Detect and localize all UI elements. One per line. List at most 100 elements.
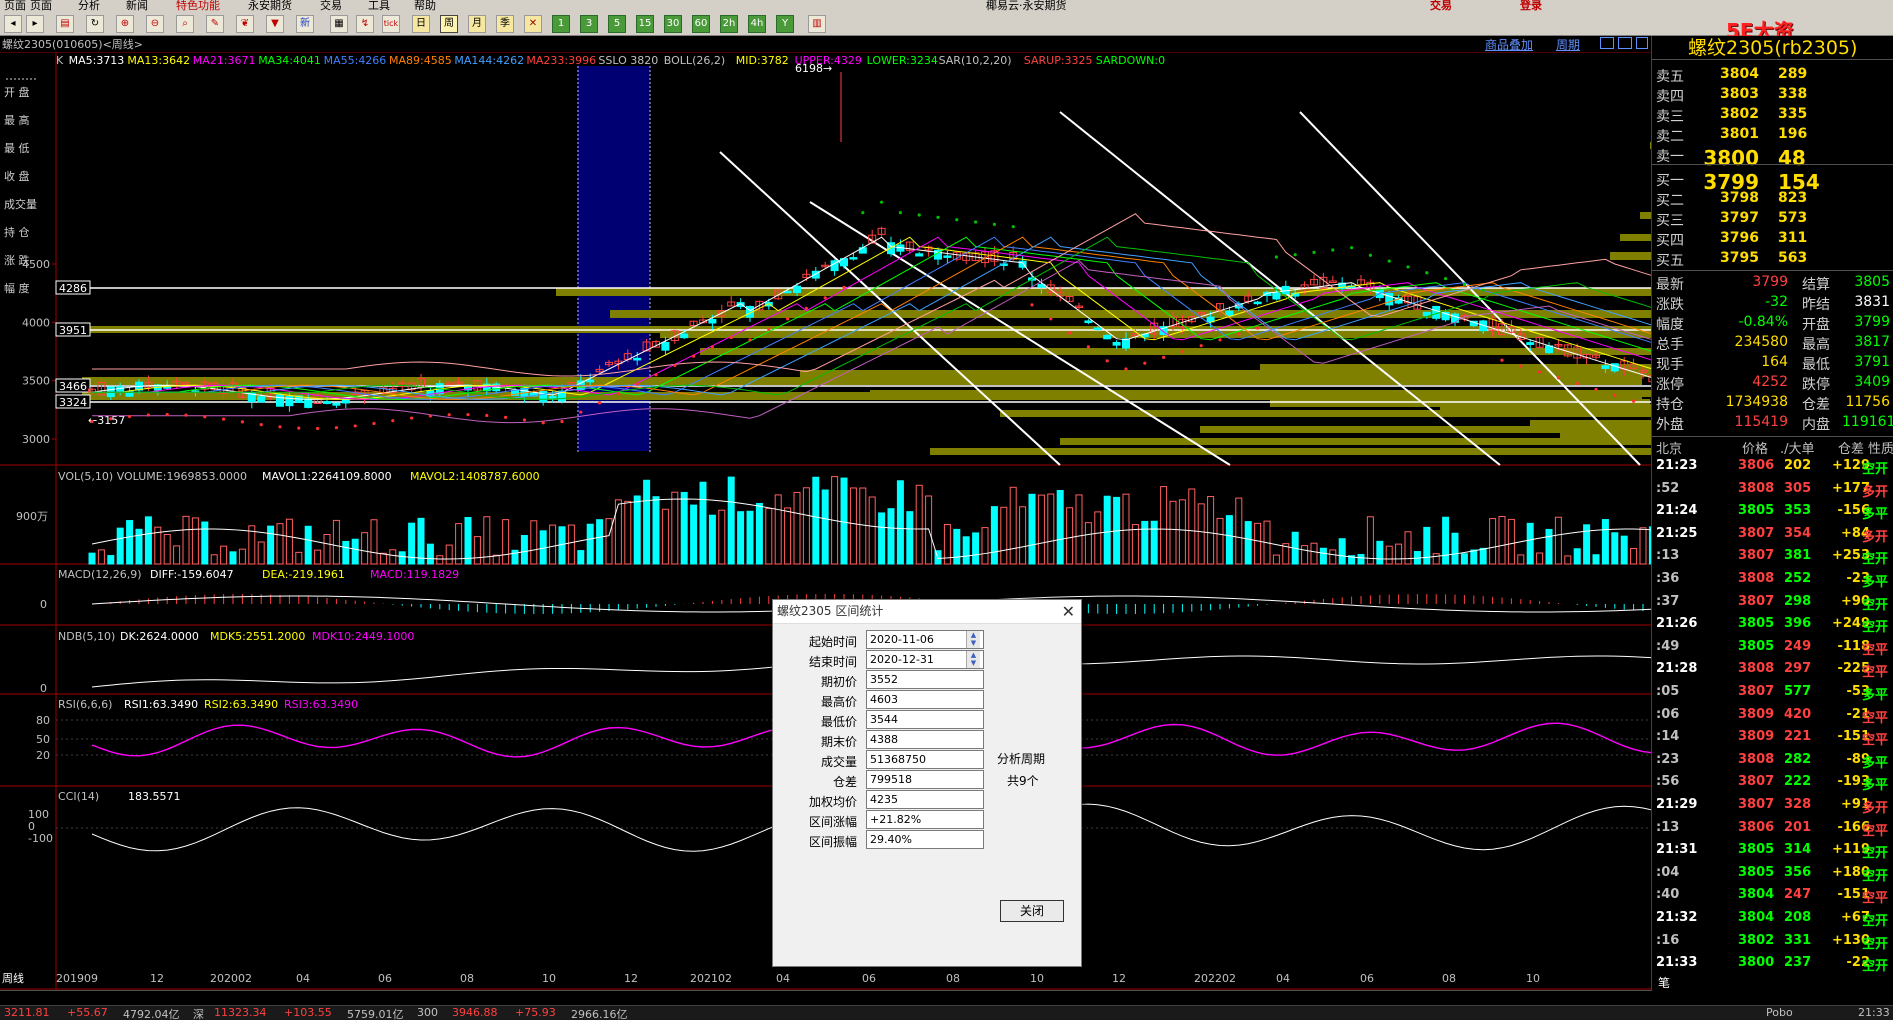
- sar-dot: [560, 419, 564, 424]
- tick-nature: 空平: [1862, 733, 1889, 749]
- period-1m[interactable]: 1: [552, 15, 570, 33]
- maximize-icon[interactable]: [1636, 37, 1648, 49]
- ask-row: 卖五 3804 289: [1652, 66, 1893, 86]
- tick-price: 3805: [1738, 842, 1775, 858]
- volume-bar: [144, 516, 152, 565]
- volume-bar: [652, 496, 660, 565]
- sar-dot: [1312, 250, 1316, 254]
- period-15m[interactable]: 15: [636, 15, 654, 33]
- volume-bar: [1000, 506, 1008, 565]
- menu-item[interactable]: 分析: [78, 0, 100, 12]
- menu-item[interactable]: 页面: [30, 0, 52, 12]
- sar-dot: [635, 382, 639, 386]
- period-4h[interactable]: 4h: [748, 15, 766, 33]
- period-year[interactable]: Y: [776, 15, 794, 33]
- quote-label: 卖四: [1656, 89, 1684, 105]
- tick-icon[interactable]: tick: [382, 15, 400, 33]
- period-2h[interactable]: 2h: [720, 15, 738, 33]
- calendar-icon[interactable]: ▥: [808, 15, 826, 33]
- menu-item[interactable]: 工具: [368, 0, 390, 12]
- dialog-close-button[interactable]: 关闭: [1000, 900, 1064, 922]
- stat-label: 结算: [1802, 277, 1830, 293]
- filter-icon[interactable]: ▼: [266, 15, 284, 33]
- overlay-link[interactable]: 商品叠加: [1485, 36, 1533, 53]
- zoom-in-icon[interactable]: ⊕: [116, 15, 134, 33]
- dialog-field-input[interactable]: 4603: [866, 690, 984, 709]
- period-quarter[interactable]: 季: [496, 15, 514, 33]
- volume-bar: [1197, 503, 1205, 565]
- search-icon[interactable]: ⌕: [176, 15, 194, 33]
- trade-button[interactable]: 交易: [1430, 0, 1452, 12]
- period-30m[interactable]: 30: [664, 15, 682, 33]
- table-icon[interactable]: ▦: [330, 15, 348, 33]
- dialog-field-input[interactable]: 799518: [866, 770, 984, 789]
- refresh-icon[interactable]: ↻: [86, 15, 104, 33]
- spinner-icon[interactable]: ▲ ▼: [966, 651, 980, 668]
- indicator-label: SSLO 3820: [598, 54, 658, 67]
- dialog-field-input[interactable]: 3544: [866, 710, 984, 729]
- macd-value: MACD:119.1829: [370, 568, 459, 581]
- menu-item[interactable]: 永安期货: [248, 0, 292, 12]
- window-icon[interactable]: [1600, 37, 1614, 49]
- zoom-out-icon[interactable]: ⊖: [146, 15, 164, 33]
- dialog-field-input[interactable]: 3552: [866, 670, 984, 689]
- period-week[interactable]: 周: [440, 15, 458, 33]
- period-60m[interactable]: 60: [692, 15, 710, 33]
- period-month[interactable]: 月: [468, 15, 486, 33]
- layout-icon[interactable]: [1618, 37, 1632, 49]
- close-x-icon[interactable]: ✕: [524, 15, 542, 33]
- volume-bar: [1169, 500, 1177, 565]
- left-field-label: 开 盘: [4, 85, 30, 99]
- quote-volume: 338: [1778, 86, 1808, 102]
- dialog-field-input[interactable]: 51368750: [866, 750, 984, 769]
- period-day[interactable]: 日: [412, 15, 430, 33]
- volume-profile-bar: [1200, 426, 1651, 433]
- volume-bar: [549, 524, 557, 565]
- menu-item[interactable]: 新闻: [126, 0, 148, 12]
- forward-icon[interactable]: ▸: [26, 15, 44, 33]
- sar-dot: [616, 391, 621, 396]
- period-3m[interactable]: 3: [580, 15, 598, 33]
- close-icon[interactable]: ✕: [1062, 602, 1075, 621]
- brush-icon[interactable]: ❦: [236, 15, 254, 33]
- menu-item[interactable]: 页面: [4, 0, 26, 12]
- period-5m[interactable]: 5: [608, 15, 626, 33]
- candle-body: [116, 386, 125, 393]
- volume-bar: [1084, 522, 1092, 565]
- promo-text[interactable]: 椰易云·永安期货: [986, 0, 1067, 12]
- menu-item[interactable]: 特色功能: [176, 0, 220, 12]
- period-link[interactable]: 周期: [1556, 36, 1580, 53]
- new-icon[interactable]: 新: [296, 15, 314, 33]
- volume-bar: [1225, 515, 1233, 565]
- volume-bar: [1423, 526, 1431, 565]
- tick-price: 3804: [1738, 910, 1775, 925]
- tick-nature: 空开: [1862, 959, 1889, 975]
- stat-value: 115419: [1734, 414, 1788, 430]
- quote-volume: 196: [1778, 126, 1808, 142]
- toolbar: ◂ ▸ ▤ ↻ ⊕ ⊖ ⌕ ✎ ❦ ▼ 新 ▦ ↯ tick 日 周 月 季 ✕…: [0, 12, 1893, 68]
- ndb-mdk5: MDK5:2551.2000: [210, 630, 305, 643]
- quote-volume: 573: [1778, 210, 1808, 226]
- menu-item[interactable]: 帮助: [414, 0, 436, 12]
- dialog-field-input[interactable]: +21.82%: [866, 810, 984, 829]
- dialog-field-input[interactable]: 4388: [866, 730, 984, 749]
- vol-mavol2: MAVOL2:1408787.6000: [410, 470, 540, 483]
- news-icon[interactable]: ▤: [56, 15, 74, 33]
- draw-icon[interactable]: ✎: [206, 15, 224, 33]
- chart-icon[interactable]: ↯: [356, 15, 374, 33]
- volume-bar: [859, 487, 867, 565]
- volume-bar: [426, 543, 434, 565]
- tick-nature: 多开: [1862, 801, 1889, 816]
- volume-bar: [793, 491, 801, 565]
- menu-item[interactable]: 交易: [320, 0, 342, 12]
- back-icon[interactable]: ◂: [4, 15, 22, 33]
- login-button[interactable]: 登录: [1520, 0, 1542, 12]
- tick-row: 21:23 3806 202 +129 空开: [1652, 456, 1893, 478]
- dialog-field-input[interactable]: 4235: [866, 790, 984, 809]
- stat-row: 最新 3799 结算 3805: [1652, 274, 1893, 294]
- spinner-icon[interactable]: ▲ ▼: [966, 631, 980, 648]
- trend-line: [719, 151, 1061, 466]
- dialog-field-input[interactable]: 29.40%: [866, 830, 984, 849]
- sar-dot: [1049, 317, 1053, 321]
- ndb-title: NDB(5,10): [58, 630, 115, 643]
